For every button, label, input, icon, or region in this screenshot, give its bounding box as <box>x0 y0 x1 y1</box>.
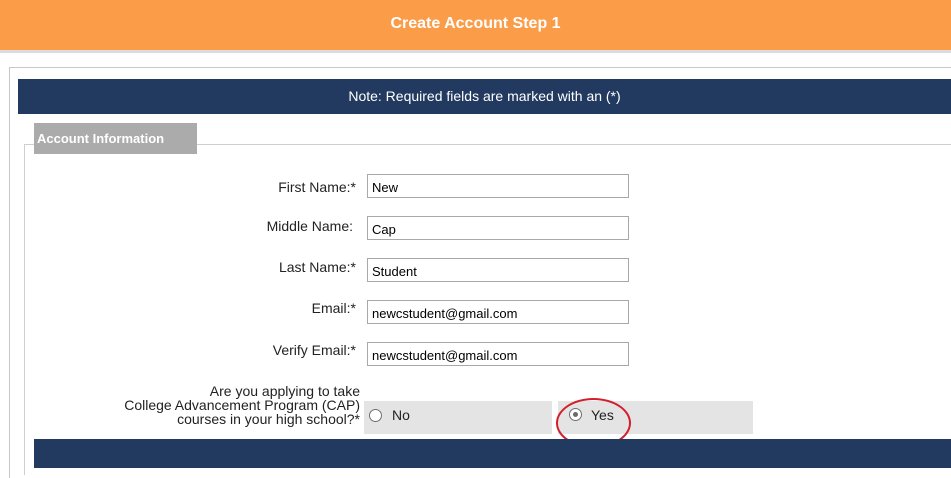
email-input[interactable] <box>367 300 629 324</box>
last-name-label: Last Name:* <box>278 259 356 275</box>
cap-no-radio[interactable] <box>369 409 382 422</box>
email-label: Email:* <box>311 300 356 316</box>
first-name-input[interactable] <box>367 174 629 198</box>
verify-email-input[interactable] <box>367 342 629 366</box>
cap-no-label[interactable]: No <box>392 407 410 423</box>
middle-name-label: Middle Name: <box>266 218 353 234</box>
verify-email-label: Verify Email:* <box>272 342 356 358</box>
cap-question-line-3: courses in your high school?* <box>177 411 360 427</box>
account-info-legend-text: Account Information <box>37 131 165 146</box>
page-title: Create Account Step 1 <box>390 15 561 32</box>
first-name-label: First Name:* <box>278 179 356 195</box>
cap-question-line-1: Are you applying to take <box>209 383 360 399</box>
cap-question-line-2: College Advancement Program (CAP) <box>124 397 360 413</box>
last-name-input[interactable] <box>367 258 629 282</box>
middle-name-input[interactable] <box>367 216 629 240</box>
footer-bar <box>34 439 951 468</box>
required-note-text: Note: Required fields are marked with an… <box>348 88 621 104</box>
cap-question: Are you applying to take College Advance… <box>84 384 360 426</box>
